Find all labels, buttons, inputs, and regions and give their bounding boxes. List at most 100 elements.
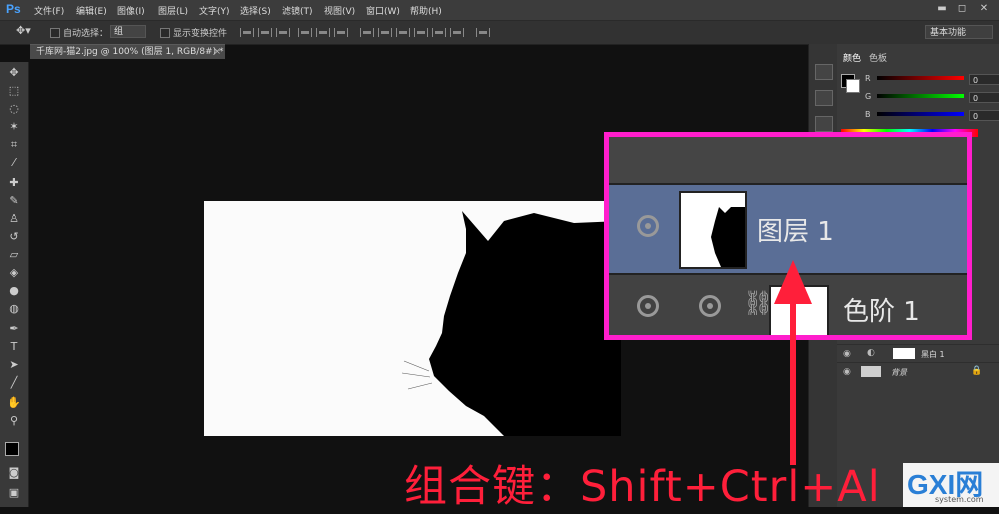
visibility-eye-icon[interactable]: ◉ <box>843 349 851 359</box>
line-tool-icon[interactable]: ╱ <box>6 376 22 390</box>
align-top-icon[interactable] <box>240 28 254 37</box>
eraser-tool-icon[interactable]: ▱ <box>6 248 22 262</box>
close-button[interactable]: ✕ <box>977 3 991 15</box>
callout-layer-name: 色阶 1 <box>843 297 920 327</box>
watermark-url: system.com <box>935 495 984 504</box>
tools-panel: ✥ ⬚ ◌ ✶ ⌗ ⁄ ✚ ✎ ♙ ↺ ▱ ◈ ● ◍ ✒ T ➤ ╱ ✋ ⚲ … <box>0 62 29 507</box>
align-vcenter-icon[interactable] <box>258 28 272 37</box>
menu-filter[interactable]: 滤镜(T) <box>282 4 313 17</box>
cat-silhouette-image <box>204 201 621 436</box>
distribute-right-icon[interactable] <box>450 28 464 37</box>
distribute-top-icon[interactable] <box>360 28 374 37</box>
magic-wand-tool-icon[interactable]: ✶ <box>6 120 22 134</box>
auto-select-dropdown[interactable]: 组 <box>110 25 146 38</box>
type-tool-icon[interactable]: T <box>6 340 22 354</box>
distribute-bottom-icon[interactable] <box>396 28 410 37</box>
lasso-tool-icon[interactable]: ◌ <box>6 102 22 116</box>
workspace-dropdown[interactable]: 基本功能 <box>925 25 993 39</box>
blue-channel-label: B <box>865 110 871 119</box>
history-brush-tool-icon[interactable]: ↺ <box>6 230 22 244</box>
red-channel-label: R <box>865 74 871 83</box>
swatches-panel-tab[interactable]: 色板 <box>869 51 887 64</box>
foreground-color-swatch[interactable] <box>5 442 19 456</box>
show-transform-label: 显示变换控件 <box>173 29 228 39</box>
brush-tool-icon[interactable]: ✎ <box>6 194 22 208</box>
layer-thumbnail <box>861 366 881 377</box>
paint-bucket-tool-icon[interactable]: ◈ <box>6 266 22 280</box>
green-channel-slider[interactable] <box>877 94 964 98</box>
red-channel-value[interactable]: 0 <box>969 74 999 85</box>
menu-image[interactable]: 图像(I) <box>117 4 145 17</box>
healing-brush-tool-icon[interactable]: ✚ <box>6 176 22 190</box>
photoshop-logo: Ps <box>6 2 21 16</box>
green-channel-value[interactable]: 0 <box>969 92 999 103</box>
annotation-arrow-shaft <box>790 300 796 465</box>
lock-icon: 🔒 <box>971 366 983 376</box>
move-tool-icon[interactable]: ✥ <box>6 66 22 80</box>
zoom-callout: 图层 1 ⛓ 色阶 1 <box>604 132 972 340</box>
cat-thumbnail-image <box>711 207 745 267</box>
align-hcenter-icon[interactable] <box>316 28 330 37</box>
annotation-arrow-head <box>774 260 812 304</box>
menu-edit[interactable]: 编辑(E) <box>76 4 107 17</box>
callout-toolbar-strip <box>609 137 967 185</box>
distribute-vcenter-icon[interactable] <box>378 28 392 37</box>
clone-stamp-tool-icon[interactable]: ♙ <box>6 212 22 226</box>
minimize-button[interactable]: ▬ <box>935 3 949 15</box>
site-watermark: GXI网 system.com <box>903 463 999 507</box>
options-bar: ✥▾ 自动选择： 组 显示变换控件 基本功能 <box>0 21 999 45</box>
quick-mask-icon[interactable]: ◙ <box>6 466 22 480</box>
menu-layer[interactable]: 图层(L) <box>158 4 188 17</box>
document-tab-title: 千库网-猫2.jpg @ 100% (图层 1, RGB/8#) * <box>36 47 224 57</box>
blue-channel-slider[interactable] <box>877 112 964 116</box>
blur-tool-icon[interactable]: ● <box>6 284 22 298</box>
dodge-tool-icon[interactable]: ◍ <box>6 302 22 316</box>
menu-bar: Ps 文件(F) 编辑(E) 图像(I) 图层(L) 文字(Y) 选择(S) 滤… <box>0 0 999 21</box>
color-bg-swatch[interactable] <box>846 79 860 93</box>
red-channel-row: R 0 <box>865 74 999 88</box>
document-tab[interactable]: 千库网-猫2.jpg @ 100% (图层 1, RGB/8#) * × <box>30 44 225 59</box>
adjustment-icon <box>699 295 721 317</box>
blue-channel-value[interactable]: 0 <box>969 110 999 121</box>
green-channel-row: G 0 <box>865 92 999 106</box>
menu-help[interactable]: 帮助(H) <box>410 4 442 17</box>
layer-row-bw[interactable]: ◉ ◐ 黑白 1 <box>837 344 999 363</box>
crop-tool-icon[interactable]: ⌗ <box>6 138 22 152</box>
layer-row-background[interactable]: ◉ 背景 🔒 <box>837 362 999 381</box>
color-panel-tab[interactable]: 颜色 <box>843 51 861 64</box>
visibility-eye-icon[interactable]: ◉ <box>843 367 851 377</box>
shortcut-caption: 组合键：Shift+Ctrl+Al <box>404 462 881 512</box>
align-bottom-icon[interactable] <box>276 28 290 37</box>
align-left-icon[interactable] <box>298 28 312 37</box>
actions-panel-icon[interactable] <box>815 90 833 106</box>
eyedropper-tool-icon[interactable]: ⁄ <box>6 156 22 170</box>
red-channel-slider[interactable] <box>877 76 964 80</box>
distribute-left-icon[interactable] <box>414 28 428 37</box>
auto-align-icon[interactable] <box>476 28 490 37</box>
auto-select-checkbox[interactable] <box>50 28 60 38</box>
menu-file[interactable]: 文件(F) <box>34 4 64 17</box>
pen-tool-icon[interactable]: ✒ <box>6 322 22 336</box>
menu-type[interactable]: 文字(Y) <box>199 4 230 17</box>
tab-close-icon[interactable]: × <box>213 45 221 60</box>
marquee-tool-icon[interactable]: ⬚ <box>6 84 22 98</box>
menu-view[interactable]: 视图(V) <box>324 4 355 17</box>
canvas-image[interactable] <box>204 201 621 436</box>
layer-mask-thumbnail <box>893 348 915 359</box>
properties-panel-icon[interactable] <box>815 116 833 132</box>
adjustment-icon: ◐ <box>867 348 875 358</box>
move-tool-icon[interactable]: ✥▾ <box>16 24 31 37</box>
screen-mode-icon[interactable]: ▣ <box>6 486 22 500</box>
hand-tool-icon[interactable]: ✋ <box>6 396 22 410</box>
layer-name: 背景 <box>891 368 907 377</box>
visibility-eye-icon <box>637 215 659 237</box>
show-transform-checkbox[interactable] <box>160 28 170 38</box>
menu-window[interactable]: 窗口(W) <box>366 4 400 17</box>
zoom-tool-icon[interactable]: ⚲ <box>6 414 22 428</box>
path-selection-tool-icon[interactable]: ➤ <box>6 358 22 372</box>
menu-select[interactable]: 选择(S) <box>240 4 271 17</box>
align-right-icon[interactable] <box>334 28 348 37</box>
distribute-hcenter-icon[interactable] <box>432 28 446 37</box>
history-panel-icon[interactable] <box>815 64 833 80</box>
maximize-button[interactable]: ◻ <box>955 3 969 15</box>
